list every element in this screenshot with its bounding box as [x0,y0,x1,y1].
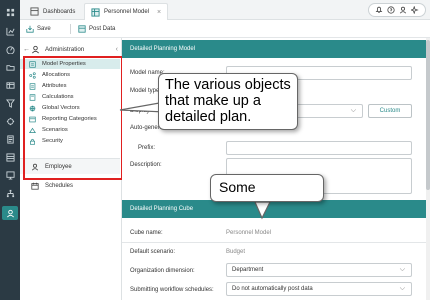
close-icon[interactable]: × [157,9,161,16]
post-data-button[interactable]: Post Data [75,23,118,35]
admin-icon [32,45,39,53]
document-icon[interactable] [5,134,15,144]
chart-icon[interactable] [5,26,15,36]
help-icon[interactable] [387,6,395,14]
calculations-icon [29,93,36,101]
tree-header-administration[interactable]: ← Administration ‹ [20,42,122,56]
org-dimension-select[interactable]: Department ⌵ [226,263,412,277]
chevron-down-icon: ⌵ [399,266,405,273]
user-icon[interactable] [399,6,407,14]
tab-bar: Dashboards Personnel Model × [20,0,430,20]
tree-item-label: Calculations [42,94,74,100]
callout-some: Some [210,174,324,202]
tree-item-label: Scenarios [42,127,68,133]
properties-icon [29,60,36,68]
sparkle-icon[interactable] [411,6,419,14]
scenarios-icon [29,127,36,133]
tree-item-global-vectors[interactable]: Global Vectors [20,103,120,113]
save-label: Save [37,26,51,32]
tree-item-label: Global Vectors [42,105,80,111]
ledger-icon[interactable] [5,152,15,162]
chevron-left-icon[interactable]: ‹ [116,46,118,53]
tab-personnel-model-label: Personnel Model [104,9,150,15]
divider [122,242,430,243]
default-scenario-value: Budget [226,249,246,255]
global-vectors-icon [29,105,36,112]
prefix-input[interactable] [226,141,412,155]
toolbar: Save Post Data [20,20,430,38]
attributes-icon [29,82,36,90]
tree-item-security[interactable]: Security [20,136,120,146]
allocations-icon [29,71,36,79]
section-header-planning-model: Detailed Planning Model [122,40,430,58]
tree-item-model-properties[interactable]: Model Properties [20,59,120,69]
tab-dashboards[interactable]: Dashboards [24,3,81,20]
employee-icon [31,163,39,170]
security-icon [30,138,35,145]
org-dimension-value: Department [232,267,264,273]
bell-icon[interactable] [375,6,383,14]
post-data-label: Post Data [89,26,116,32]
workflow-schedules-value: Do not automatically post data [232,286,313,292]
cube-name-label: Cube name: [130,230,163,236]
tree-item-schedules[interactable]: Schedules [20,179,120,192]
dashboard-icon [30,7,39,16]
save-icon [26,25,34,33]
tree-item-label: Reporting Categories [42,116,97,122]
tree-item-attributes[interactable]: Attributes [20,81,120,91]
prefix-label: Prefix: [138,145,156,151]
custom-button[interactable]: Custom [368,104,412,118]
process-icon[interactable] [5,116,15,126]
scrollbar-thumb[interactable] [426,40,430,190]
tree-item-label: Security [42,138,63,144]
monitor-icon[interactable] [5,170,15,180]
workflow-schedules-select[interactable]: Do not automatically post data ⌵ [226,282,412,296]
workflow-schedules-label: Submitting workflow schedules: [130,287,214,293]
admin-user-icon[interactable] [2,206,18,220]
apps-grid-icon[interactable] [5,7,15,17]
section-header-planning-cube: Detailed Planning Cube [122,200,430,218]
app-nav-rail [0,0,20,300]
model-tree-panel: ← Administration ‹ Model Properties Allo… [20,38,122,300]
chevron-down-icon: ⌵ [350,107,356,114]
tree-item-label: Employee [45,163,72,170]
default-scenario-label: Default scenario: [130,249,176,255]
filter-icon[interactable] [5,98,15,108]
save-button[interactable]: Save [23,23,54,35]
tree-item-calculations[interactable]: Calculations [20,92,120,102]
tree-item-allocations[interactable]: Allocations [20,70,120,80]
gauge-icon[interactable] [5,44,15,54]
chevron-down-icon: ⌵ [399,285,405,292]
description-label: Description: [130,162,162,168]
table-icon[interactable] [5,80,15,90]
tree-item-reporting-categories[interactable]: Reporting Categories [20,114,120,124]
display-label: Display [130,108,150,114]
tree-item-label: Schedules [45,182,74,189]
model-icon [91,7,100,17]
tree-item-label: Attributes [42,83,67,89]
tree-item-label: Allocations [42,72,71,78]
back-arrow-icon[interactable]: ← [23,46,30,53]
tree-item-employee[interactable]: Employee [20,158,120,174]
tab-dashboards-label: Dashboards [43,8,76,15]
schedules-icon [31,182,39,190]
toolbar-divider [70,24,71,34]
folder-icon[interactable] [5,62,15,72]
model-type-label: Model type: [130,88,162,94]
header-actions [368,3,426,17]
tree-header-label: Administration [45,45,85,53]
post-data-icon [78,25,86,33]
hierarchy-icon[interactable] [5,188,15,198]
reporting-categories-icon [29,116,36,122]
tab-personnel-model[interactable]: Personnel Model × [84,3,169,20]
tree-item-label: Model Properties [42,61,86,67]
tree-item-scenarios[interactable]: Scenarios [20,125,120,135]
cube-name-value: Personnel Model [226,230,272,236]
callout-objects: The various objects that make up a detai… [158,73,298,130]
org-dimension-label: Organization dimension: [130,268,195,274]
